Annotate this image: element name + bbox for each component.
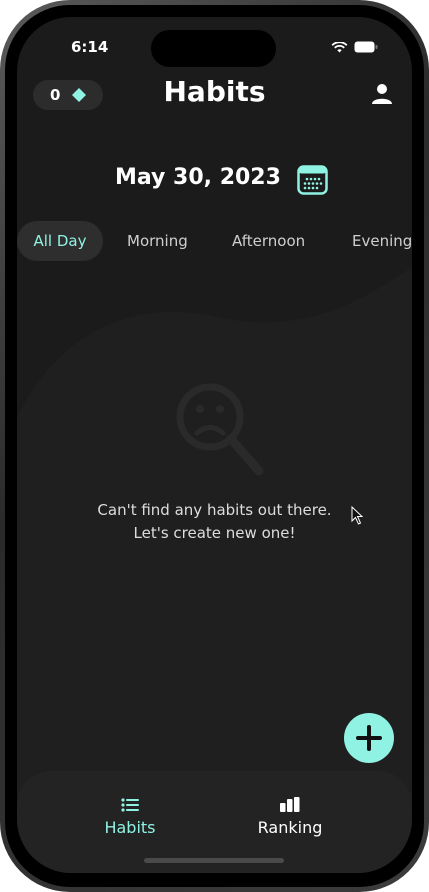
tab-evening[interactable]: Evening [352,221,412,261]
nav-item-habits[interactable]: Habits [70,797,190,837]
battery-icon [354,41,378,53]
mouse-cursor-icon [351,506,364,525]
dynamic-island [151,30,276,67]
bottom-nav: Habits Ranking [17,771,412,873]
bar-chart-icon [280,797,300,812]
wifi-icon [331,41,348,52]
list-icon [121,798,139,812]
tab-all-day[interactable]: All Day [17,221,103,261]
add-habit-button[interactable] [344,713,394,763]
calendar-icon[interactable] [297,163,328,195]
selected-date: May 30, 2023 [115,165,281,190]
nav-label-ranking: Ranking [257,818,323,837]
plus-icon [356,725,382,751]
nav-item-ranking[interactable]: Ranking [230,797,350,837]
app-screen: 6:14 0 Habits May 30, 2023 All Day Morni… [17,17,412,873]
tab-afternoon[interactable]: Afternoon [232,221,305,261]
sad-magnifier-icon [176,383,264,476]
person-icon[interactable] [371,83,393,105]
status-time: 6:14 [71,38,109,56]
status-icons [331,41,378,53]
nav-label-habits: Habits [104,818,156,837]
home-indicator[interactable] [144,858,284,863]
page-title: Habits [163,75,266,108]
time-of-day-tabs: All Day Morning Afternoon Evening [17,221,412,261]
tab-morning[interactable]: Morning [127,221,188,261]
